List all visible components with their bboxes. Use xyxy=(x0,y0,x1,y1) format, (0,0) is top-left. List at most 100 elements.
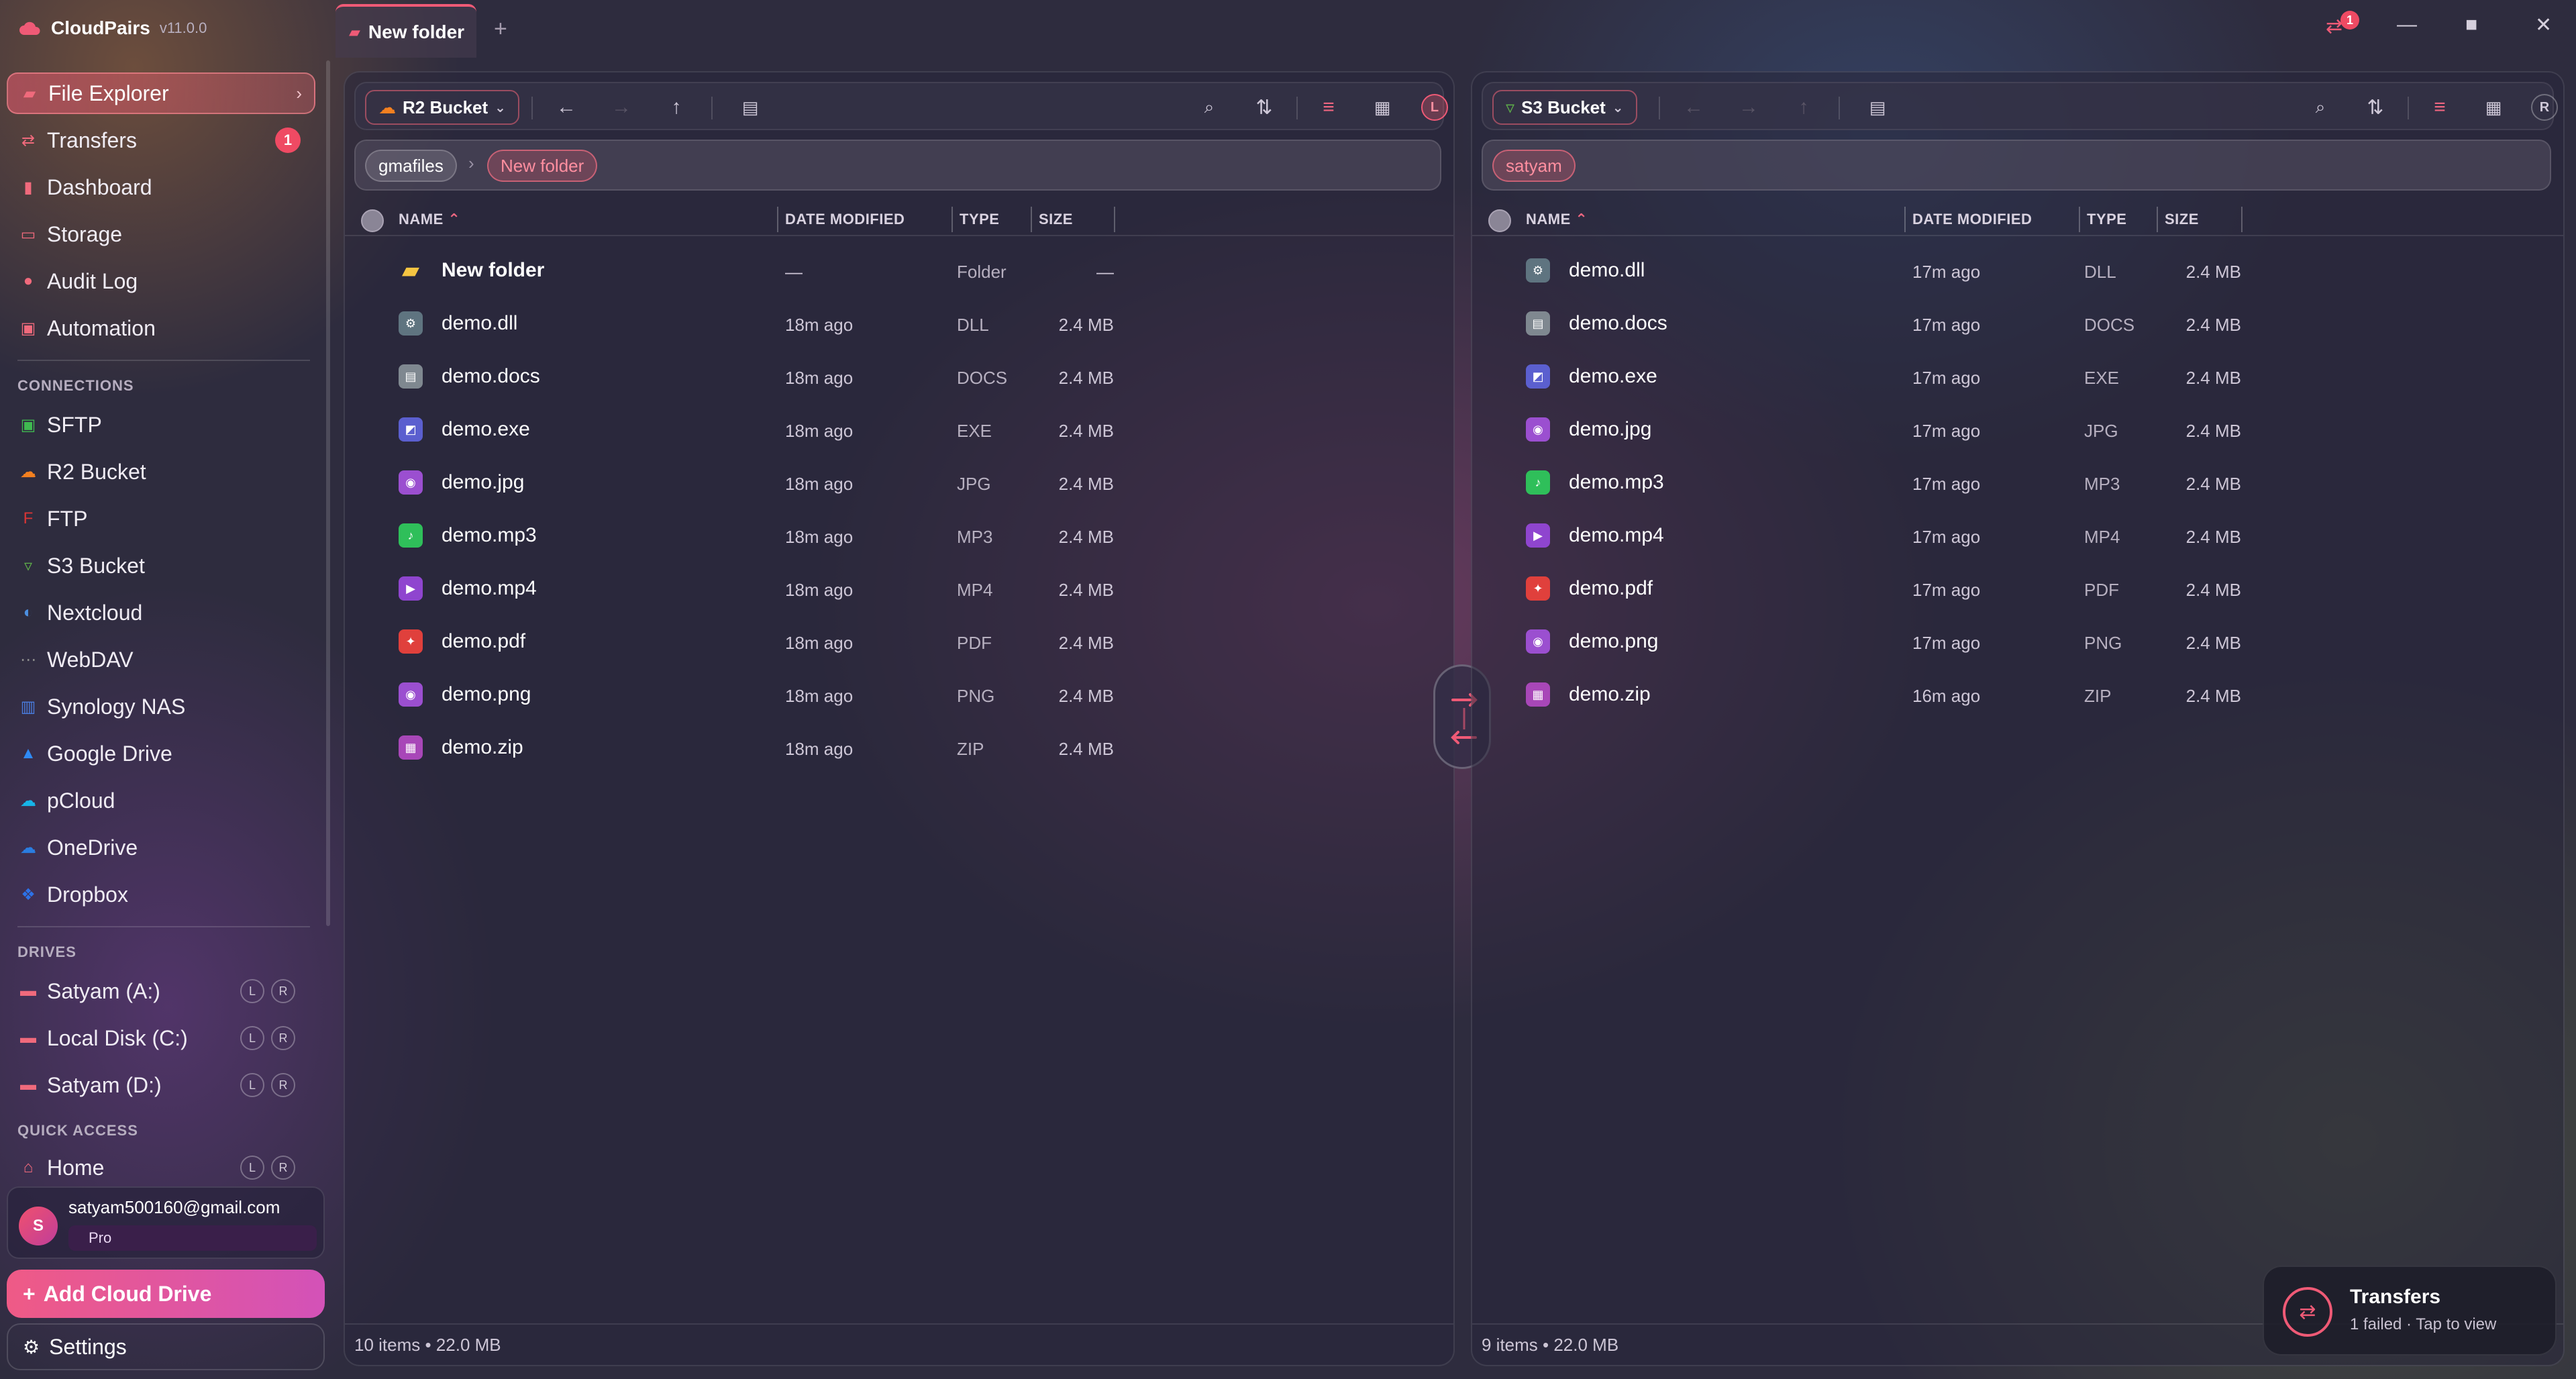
connection-item[interactable]: ▣ SFTP xyxy=(7,404,315,446)
new-tab-button[interactable]: + xyxy=(494,16,507,42)
file-row[interactable]: ▤ demo.docs 18m ago DOCS 2.4 MB xyxy=(345,350,1453,403)
file-row[interactable]: ♪ demo.mp3 17m ago MP3 2.4 MB xyxy=(1472,456,2563,509)
select-all-toggle[interactable] xyxy=(1488,209,1511,232)
connection-item[interactable]: ◐ Nextcloud xyxy=(7,592,315,633)
file-date: 16m ago xyxy=(1912,686,1981,706)
open-right-button[interactable]: R xyxy=(271,979,295,1003)
sort-icon[interactable]: ⇅ xyxy=(2361,93,2390,122)
user-card[interactable]: S satyam500160@gmail.com Pro xyxy=(7,1186,325,1259)
add-cloud-drive-button[interactable]: + Add Cloud Drive xyxy=(7,1270,325,1318)
nav-audit-log[interactable]: ● Audit Log xyxy=(7,260,315,302)
column-divider[interactable] xyxy=(1114,207,1115,232)
connection-item[interactable]: ▥ Synology NAS xyxy=(7,686,315,727)
settings-button[interactable]: ⚙ Settings xyxy=(7,1323,325,1370)
connection-item[interactable]: ☁ R2 Bucket xyxy=(7,451,315,493)
quick-access-item[interactable]: ⌂ Home L R xyxy=(7,1149,315,1186)
file-row[interactable]: ⚙ demo.dll 18m ago DLL 2.4 MB xyxy=(345,297,1453,350)
connection-item[interactable]: ☁ pCloud xyxy=(7,780,315,821)
nav-transfers[interactable]: ⇄ Transfers 1 xyxy=(7,119,315,161)
open-right-button[interactable]: R xyxy=(271,1073,295,1097)
file-row[interactable]: ▶ demo.mp4 17m ago MP4 2.4 MB xyxy=(1472,509,2563,562)
nav-storage[interactable]: ▭ Storage xyxy=(7,213,315,255)
sort-icon[interactable]: ⇅ xyxy=(1249,93,1279,122)
maximize-icon[interactable]: ■ xyxy=(2465,13,2477,36)
file-row[interactable]: ♪ demo.mp3 18m ago MP3 2.4 MB xyxy=(345,509,1453,562)
tab-new-folder[interactable]: ▰ New folder xyxy=(336,4,476,58)
list-view-icon[interactable]: ≡ xyxy=(2425,93,2455,122)
select-all-toggle[interactable] xyxy=(361,209,384,232)
column-date-modified[interactable]: DATE MODIFIED xyxy=(785,211,905,228)
new-folder-icon[interactable]: ▤ xyxy=(1863,93,1892,122)
connection-item[interactable]: ⋯ WebDAV xyxy=(7,639,315,680)
drive-item[interactable]: ▬ Satyam (D:) L R xyxy=(7,1064,315,1106)
open-left-button[interactable]: L xyxy=(240,1026,264,1050)
connection-item[interactable]: F FTP xyxy=(7,498,315,540)
open-left-button[interactable]: L xyxy=(240,979,264,1003)
column-type[interactable]: TYPE xyxy=(960,211,999,228)
drive-item[interactable]: ▬ Local Disk (C:) L R xyxy=(7,1017,315,1059)
drive-item[interactable]: ▬ Satyam (A:) L R xyxy=(7,970,315,1012)
open-right-button[interactable]: R xyxy=(271,1026,295,1050)
column-type[interactable]: TYPE xyxy=(2087,211,2126,228)
column-divider[interactable] xyxy=(2157,207,2158,232)
close-icon[interactable]: ✕ xyxy=(2535,13,2552,37)
nav-dashboard[interactable]: ▮ Dashboard xyxy=(7,166,315,208)
column-divider[interactable] xyxy=(951,207,953,232)
file-row[interactable]: ◉ demo.png 17m ago PNG 2.4 MB xyxy=(1472,615,2563,668)
open-right-button[interactable]: R xyxy=(271,1156,295,1180)
file-row[interactable]: ◩ demo.exe 18m ago EXE 2.4 MB xyxy=(345,403,1453,456)
file-row[interactable]: ▰ New folder — Folder — xyxy=(345,244,1453,297)
back-arrow-icon[interactable]: ← xyxy=(1679,93,1708,122)
transfer-indicator-button[interactable]: ⇄ 1 xyxy=(2326,11,2365,39)
transfers-toast[interactable]: ⇄ Transfers 1 failed · Tap to view xyxy=(2263,1266,2557,1356)
breadcrumb-item-new-folder[interactable]: New folder xyxy=(487,150,598,182)
forward-arrow-icon[interactable]: → xyxy=(1734,93,1763,122)
list-view-icon[interactable]: ≡ xyxy=(1314,93,1343,122)
column-size[interactable]: SIZE xyxy=(1039,211,1073,228)
file-row[interactable]: ✦ demo.pdf 18m ago PDF 2.4 MB xyxy=(345,615,1453,668)
column-divider[interactable] xyxy=(1031,207,1032,232)
file-row[interactable]: ✦ demo.pdf 17m ago PDF 2.4 MB xyxy=(1472,562,2563,615)
file-row[interactable]: ◉ demo.jpg 17m ago JPG 2.4 MB xyxy=(1472,403,2563,456)
grid-view-icon[interactable]: ▦ xyxy=(1368,93,1397,122)
search-icon[interactable]: ⌕ xyxy=(1194,93,1224,122)
column-divider[interactable] xyxy=(2241,207,2243,232)
breadcrumb-item-gmafiles[interactable]: gmafiles xyxy=(365,150,457,182)
nav-automation[interactable]: ▣ Automation xyxy=(7,307,315,349)
search-icon[interactable]: ⌕ xyxy=(2306,93,2335,122)
column-divider[interactable] xyxy=(777,207,778,232)
nav-file-explorer[interactable]: ▰ File Explorer › xyxy=(7,72,315,114)
file-row[interactable]: ▤ demo.docs 17m ago DOCS 2.4 MB xyxy=(1472,297,2563,350)
column-divider[interactable] xyxy=(1904,207,1906,232)
column-name[interactable]: NAME ⌃ xyxy=(399,211,460,228)
up-arrow-icon[interactable]: ↑ xyxy=(662,93,691,122)
column-name[interactable]: NAME ⌃ xyxy=(1526,211,1588,228)
column-size[interactable]: SIZE xyxy=(2165,211,2199,228)
connection-item[interactable]: ▲ Google Drive xyxy=(7,733,315,774)
file-row[interactable]: ▦ demo.zip 16m ago ZIP 2.4 MB xyxy=(1472,668,2563,721)
file-row[interactable]: ⚙ demo.dll 17m ago DLL 2.4 MB xyxy=(1472,244,2563,297)
right-source-selector[interactable]: ▿ S3 Bucket ⌄ xyxy=(1492,90,1637,125)
column-divider[interactable] xyxy=(2079,207,2080,232)
file-row[interactable]: ◉ demo.png 18m ago PNG 2.4 MB xyxy=(345,668,1453,721)
back-arrow-icon[interactable]: ← xyxy=(552,93,581,122)
connection-item[interactable]: ☁ OneDrive xyxy=(7,827,315,868)
forward-arrow-icon[interactable]: → xyxy=(607,93,636,122)
open-left-button[interactable]: L xyxy=(240,1073,264,1097)
file-size: 2.4 MB xyxy=(1058,368,1114,388)
connection-item[interactable]: ▿ S3 Bucket xyxy=(7,545,315,586)
new-folder-icon[interactable]: ▤ xyxy=(735,93,765,122)
left-source-selector[interactable]: ☁ R2 Bucket ⌄ xyxy=(365,90,519,125)
grid-view-icon[interactable]: ▦ xyxy=(2479,93,2508,122)
file-row[interactable]: ▶ demo.mp4 18m ago MP4 2.4 MB xyxy=(345,562,1453,615)
open-left-button[interactable]: L xyxy=(240,1156,264,1180)
up-arrow-icon[interactable]: ↑ xyxy=(1789,93,1818,122)
sidebar-scrollbar[interactable] xyxy=(326,60,330,926)
file-row[interactable]: ◉ demo.jpg 18m ago JPG 2.4 MB xyxy=(345,456,1453,509)
file-row[interactable]: ◩ demo.exe 17m ago EXE 2.4 MB xyxy=(1472,350,2563,403)
connection-item[interactable]: ❖ Dropbox xyxy=(7,874,315,915)
column-date-modified[interactable]: DATE MODIFIED xyxy=(1912,211,2032,228)
file-row[interactable]: ▦ demo.zip 18m ago ZIP 2.4 MB xyxy=(345,721,1453,774)
minimize-icon[interactable]: — xyxy=(2397,13,2417,36)
breadcrumb-item-satyam[interactable]: satyam xyxy=(1492,150,1576,182)
